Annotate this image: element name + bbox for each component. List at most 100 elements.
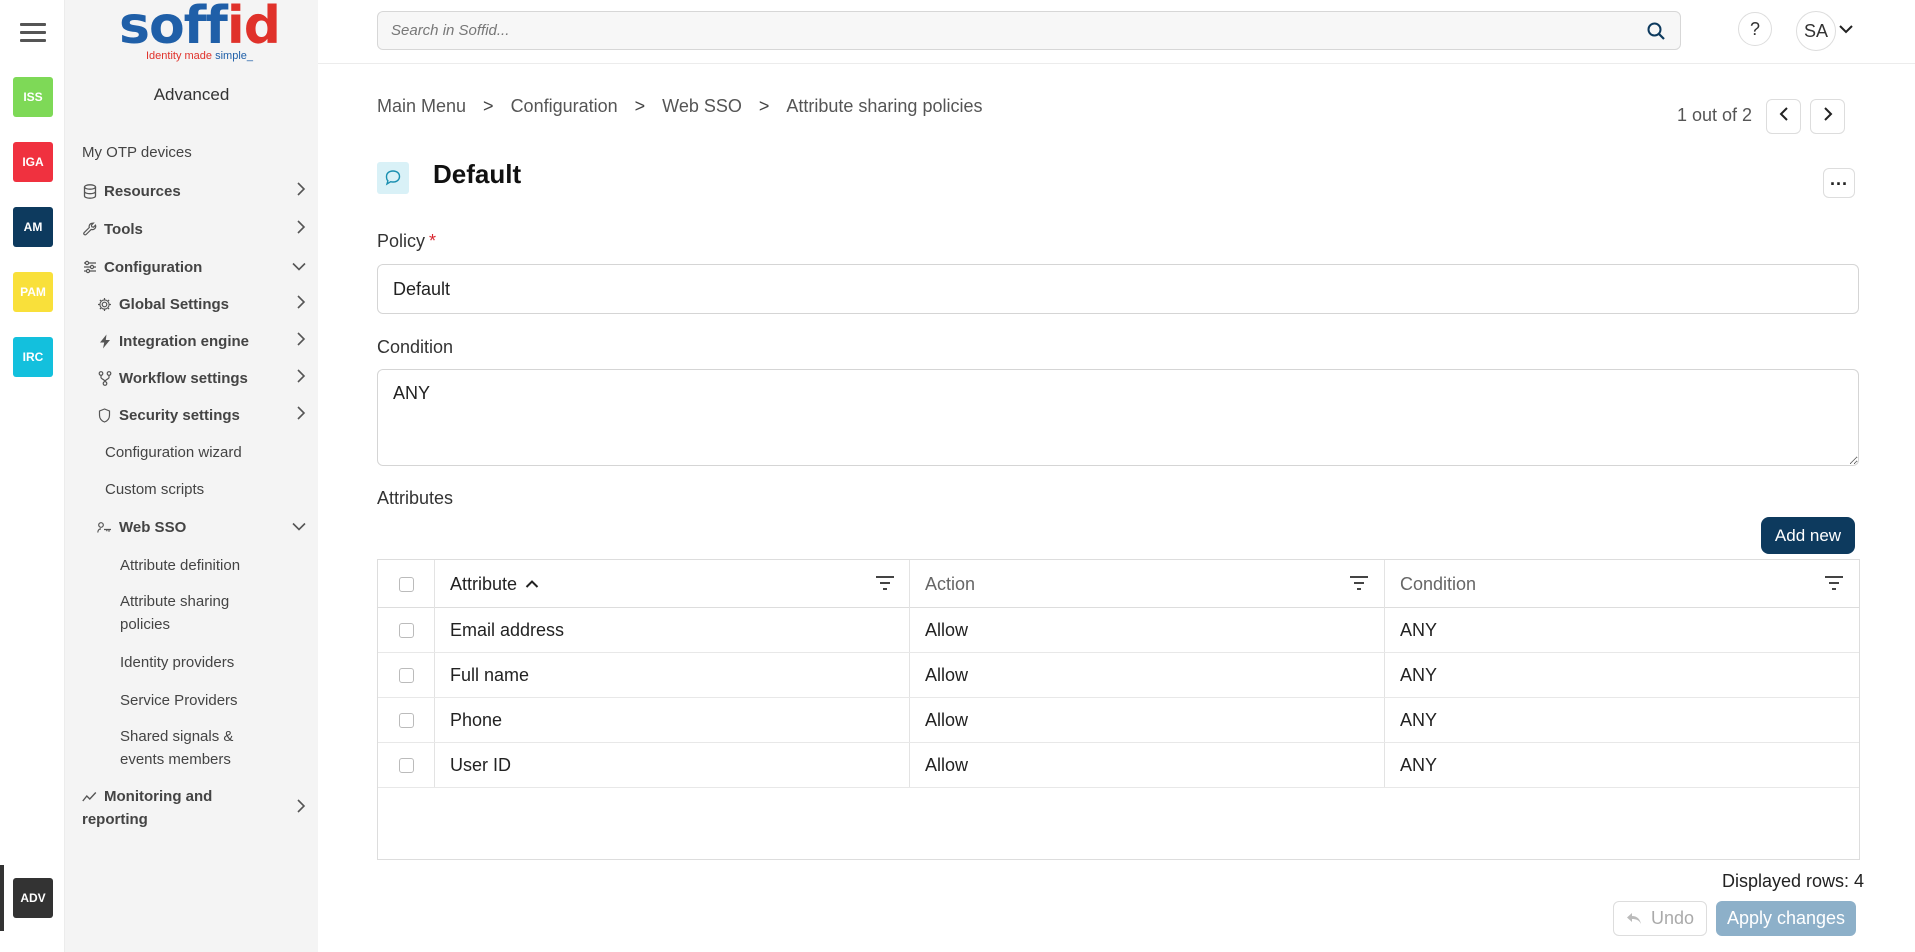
sidebar-item-label: Tools [104,220,143,238]
breadcrumb-separator: > [758,96,770,116]
table-row[interactable]: Email address Allow ANY [378,608,1859,653]
shield-icon [97,407,112,423]
chevron-down-icon [292,259,306,276]
page-title: Default [433,159,522,189]
sidebar-item-custom-scripts[interactable]: Custom scripts [105,478,318,501]
sidebar-item-my-otp-devices[interactable]: My OTP devices [82,141,318,164]
gear-icon [97,297,112,312]
row-checkbox[interactable] [398,623,414,638]
table-row[interactable]: Full name Allow ANY [378,653,1859,698]
breadcrumb-separator: > [634,96,646,116]
undo-icon [1626,912,1642,925]
sidebar-item-configuration-wizard[interactable]: Configuration wizard [105,441,318,464]
breadcrumb-configuration[interactable]: Configuration [511,96,618,117]
select-all-checkbox[interactable] [398,576,414,592]
app-iss[interactable]: ISS [13,77,53,117]
row-select-cell [378,698,434,743]
sidebar-item-tools[interactable]: Tools [82,216,318,242]
sidebar-item-service-providers[interactable]: Service Providers [120,689,318,712]
app-root: ISS IGA AM PAM IRC ADV soffid Identity m… [0,0,1915,952]
record-pager-text: 1 out of 2 [1677,105,1753,125]
app-iss-label: ISS [23,90,43,104]
undo-button[interactable]: Undo [1613,901,1707,936]
sidebar-item-global-settings[interactable]: Global Settings [97,291,318,317]
chevron-right-icon [296,332,306,350]
chevron-right-icon [296,295,306,313]
next-record-button[interactable] [1810,99,1845,134]
breadcrumb: Main Menu > Configuration > Web SSO > At… [377,96,982,117]
row-checkbox[interactable] [398,668,414,683]
sliders-icon [82,260,97,275]
cell-condition: ANY [1400,620,1438,640]
active-app-marker [0,865,4,931]
chevron-down-icon [292,519,306,536]
breadcrumb-web-sso[interactable]: Web SSO [662,96,742,117]
sidebar-item-monitoring-and-reporting[interactable]: Monitoring and reporting [82,785,318,831]
sidebar-item-label: Configuration [104,258,203,276]
policy-label-text: Policy [377,231,426,251]
app-pam[interactable]: PAM [13,272,53,312]
search-icon[interactable] [1646,21,1666,41]
app-adv[interactable]: ADV [13,878,53,918]
chevron-right-icon [296,369,306,387]
column-header-action[interactable] [868,560,869,608]
breadcrumb-main-menu[interactable]: Main Menu [377,96,466,117]
sidebar-item-identity-providers[interactable]: Identity providers [120,651,318,674]
chevron-right-icon [296,799,306,817]
sidebar-item-shared-signals[interactable]: Shared signals & events members [120,725,250,771]
more-actions-button[interactable]: ... [1823,168,1855,198]
column-header-action-label[interactable]: Action [925,560,975,608]
apply-changes-button[interactable]: Apply changes [1716,901,1856,936]
row-checkbox[interactable] [398,713,414,728]
sidebar-item-security-settings[interactable]: Security settings [97,402,318,428]
cell-action: Allow [925,755,969,775]
sidebar-item-attribute-definition[interactable]: Attribute definition [120,554,318,577]
row-select-cell [378,743,434,788]
chevron-right-icon [1823,107,1833,126]
condition-label: Condition [377,337,454,357]
sidebar-item-label: Identity providers [120,654,235,671]
filter-icon[interactable] [1823,573,1845,593]
app-irc[interactable]: IRC [13,337,53,377]
sidebar-item-label: Workflow settings [119,369,248,387]
table-row[interactable]: Phone Allow ANY [378,698,1859,743]
hamburger-menu-icon[interactable] [20,23,46,43]
table-row[interactable]: User ID Allow ANY [378,743,1859,788]
sidebar-item-label: Service Providers [120,692,238,709]
sidebar-item-resources[interactable]: Resources [82,178,318,204]
chevron-down-icon[interactable] [1838,22,1854,36]
sidebar-item-attribute-sharing-policies[interactable]: Attribute sharing policies [120,590,250,636]
sidebar-item-integration-engine[interactable]: Integration engine [97,328,318,354]
help-button-label: ? [1749,18,1760,39]
sidebar-item-workflow-settings[interactable]: Workflow settings [97,365,318,391]
cell-condition: ANY [1400,755,1438,775]
help-button[interactable]: ? [1738,12,1772,46]
policy-input[interactable] [377,264,1859,314]
sidebar-item-configuration[interactable]: Configuration [82,254,318,280]
sidebar-section-title: Advanced [153,85,230,104]
displayed-rows-count: Displayed rows: 4 [1722,871,1865,891]
soffid-logo[interactable]: soffid Identity made simple_ [119,0,281,66]
sidebar-item-web-sso[interactable]: Web SSO [97,514,318,540]
chevron-right-icon [296,182,306,200]
undo-label: Undo [1650,908,1695,928]
app-iga[interactable]: IGA [13,142,53,182]
filter-icon[interactable] [1348,573,1370,593]
column-header-attribute[interactable]: Attribute [450,560,539,608]
filter-icon[interactable] [874,573,896,593]
search-input[interactable] [378,12,1618,49]
row-checkbox[interactable] [398,758,414,773]
user-avatar[interactable]: SA [1796,11,1836,51]
sidebar-item-label: Attribute sharing policies [120,593,230,633]
column-header-condition[interactable]: Condition [1400,560,1476,608]
sidebar-item-label: Attribute definition [120,557,241,574]
add-new-button[interactable]: Add new [1761,517,1855,554]
required-mark: * [429,231,437,251]
select-all-cell [378,560,434,608]
chevron-right-icon [296,220,306,238]
global-search [377,11,1681,50]
previous-record-button[interactable] [1766,99,1801,134]
condition-textarea[interactable]: ANY [377,369,1859,466]
app-am[interactable]: AM [13,207,53,247]
breadcrumb-current[interactable]: Attribute sharing policies [786,96,982,117]
